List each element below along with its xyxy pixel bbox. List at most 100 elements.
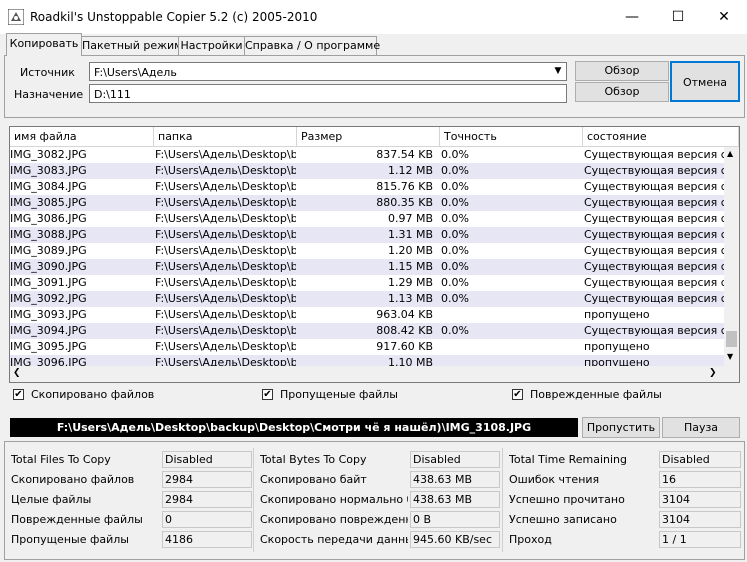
tab-copy[interactable]: Копировать xyxy=(6,33,82,56)
skip-button[interactable]: Пропустить xyxy=(582,417,660,438)
accuracy-cell: 0.0% xyxy=(441,148,469,161)
maximize-icon[interactable]: ☐ xyxy=(655,0,701,34)
folder-cell: F:\Users\Адель\Desktop\ba xyxy=(155,228,296,241)
accuracy-cell: 0.0% xyxy=(441,260,469,273)
folder-cell: F:\Users\Адель\Desktop\ba xyxy=(155,292,296,305)
status-cell: Существующая версия са xyxy=(584,228,724,241)
file-name-cell: IMG_3089.JPG xyxy=(10,244,87,257)
stat-value: 3104 xyxy=(659,491,741,508)
table-row[interactable]: IMG_3095.JPG F:\Users\Адель\Desktop\ba 917… xyxy=(10,339,724,355)
column-header-status[interactable]: состояние xyxy=(583,127,739,147)
file-name-cell: IMG_3082.JPG xyxy=(10,148,87,161)
stat-value: Disabled xyxy=(659,451,741,468)
table-row[interactable]: IMG_3085.JPG F:\Users\Адель\Desktop\ba 880… xyxy=(10,195,724,211)
stat-label: Скопировано байт xyxy=(260,473,367,486)
column-header-folder[interactable]: папка xyxy=(154,127,297,147)
scroll-thumb[interactable] xyxy=(726,331,737,347)
accuracy-cell: 0.0% xyxy=(441,196,469,209)
column-header-filename[interactable]: имя файла xyxy=(10,127,154,147)
status-cell: пропущено xyxy=(584,308,650,321)
status-cell: пропущено xyxy=(584,356,650,366)
status-cell: Существующая версия са xyxy=(584,212,724,225)
stat-value: 4186 xyxy=(162,531,252,548)
browse-destination-button[interactable]: Обзор xyxy=(575,82,669,102)
size-cell: 1.10 MB xyxy=(387,356,433,366)
vertical-scrollbar[interactable]: ▲ ▼ xyxy=(724,147,739,366)
stat-value: 438.63 MB xyxy=(410,471,500,488)
chevron-down-icon[interactable]: ▼ xyxy=(550,63,566,80)
status-cell: Существующая версия са xyxy=(584,148,724,161)
status-cell: Существующая версия са xyxy=(584,260,724,273)
source-combobox[interactable]: F:\Users\Адель ▼ xyxy=(89,62,567,81)
stat-label: Скопировано файлов xyxy=(11,473,135,486)
pause-button[interactable]: Пауза xyxy=(662,417,740,438)
damaged-files-label: Поврежденные файлы xyxy=(530,388,662,401)
table-row[interactable]: IMG_3096.JPG F:\Users\Адель\Desktop\ba 1.1… xyxy=(10,355,724,366)
stat-label: Total Files To Copy xyxy=(11,453,111,466)
skipped-files-checkbox[interactable]: ✔ xyxy=(262,389,273,400)
file-name-cell: IMG_3091.JPG xyxy=(10,276,87,289)
stat-label: Total Bytes To Copy xyxy=(260,453,367,466)
tab-batch[interactable]: Пакетный режим xyxy=(81,36,182,55)
source-label: Источник xyxy=(20,66,75,79)
damaged-files-checkbox[interactable]: ✔ xyxy=(512,389,523,400)
table-row[interactable]: IMG_3086.JPG F:\Users\Адель\Desktop\ba 0.9… xyxy=(10,211,724,227)
table-row[interactable]: IMG_3088.JPG F:\Users\Адель\Desktop\ba 1.3… xyxy=(10,227,724,243)
scroll-down-icon[interactable]: ▼ xyxy=(727,352,733,361)
table-row[interactable]: IMG_3090.JPG F:\Users\Адель\Desktop\ba 1.1… xyxy=(10,259,724,275)
table-row[interactable]: IMG_3084.JPG F:\Users\Адель\Desktop\ba 815… xyxy=(10,179,724,195)
file-table[interactable]: имя файла папка Размер Точность состояни… xyxy=(9,126,740,383)
folder-cell: F:\Users\Адель\Desktop\ba xyxy=(155,340,296,353)
title-bar: Roadkil's Unstoppable Copier 5.2 (c) 200… xyxy=(0,0,747,34)
table-row[interactable]: IMG_3082.JPG F:\Users\Адель\Desktop\ba 837… xyxy=(10,147,724,163)
stat-label: Скорость передачи данных xyxy=(260,533,408,546)
scroll-left-icon[interactable]: ❮ xyxy=(13,368,21,378)
file-name-cell: IMG_3092.JPG xyxy=(10,292,87,305)
destination-field[interactable]: D:\111 xyxy=(89,84,567,103)
accuracy-cell: 0.0% xyxy=(441,164,469,177)
copied-files-checkbox[interactable]: ✔ xyxy=(13,389,24,400)
folder-cell: F:\Users\Адель\Desktop\ba xyxy=(155,180,296,193)
copied-files-label: Скопировано файлов xyxy=(31,388,155,401)
size-cell: 837.54 KB xyxy=(376,148,433,161)
status-cell: Существующая версия са xyxy=(584,164,724,177)
tab-settings[interactable]: Настройки xyxy=(178,36,245,55)
table-row[interactable]: IMG_3093.JPG F:\Users\Адель\Desktop\ba 963… xyxy=(10,307,724,323)
stat-value: 438.63 MB xyxy=(410,491,500,508)
file-name-cell: IMG_3090.JPG xyxy=(10,260,87,273)
tab-help[interactable]: Справка / О программе xyxy=(244,36,380,55)
scroll-right-icon[interactable]: ❯ xyxy=(709,368,717,378)
size-cell: 1.31 MB xyxy=(387,228,433,241)
folder-cell: F:\Users\Адель\Desktop\ba xyxy=(155,196,296,209)
folder-cell: F:\Users\Адель\Desktop\ba xyxy=(155,148,296,161)
scroll-up-icon[interactable]: ▲ xyxy=(727,149,733,158)
table-row[interactable]: IMG_3092.JPG F:\Users\Адель\Desktop\ba 1.1… xyxy=(10,291,724,307)
close-icon[interactable]: ✕ xyxy=(701,0,747,34)
accuracy-cell: 0.0% xyxy=(441,244,469,257)
size-cell: 963.04 KB xyxy=(376,308,433,321)
folder-cell: F:\Users\Адель\Desktop\ba xyxy=(155,324,296,337)
stat-value: 945.60 KB/sec xyxy=(410,531,500,548)
accuracy-cell: 0.0% xyxy=(441,276,469,289)
size-cell: 1.29 MB xyxy=(387,276,433,289)
file-name-cell: IMG_3088.JPG xyxy=(10,228,87,241)
cancel-button[interactable]: Отмена xyxy=(670,61,740,102)
table-row[interactable]: IMG_3094.JPG F:\Users\Адель\Desktop\ba 808… xyxy=(10,323,724,339)
size-cell: 808.42 KB xyxy=(376,324,433,337)
current-file-display: F:\Users\Адель\Desktop\backup\Desktop\См… xyxy=(10,418,578,437)
table-row[interactable]: IMG_3089.JPG F:\Users\Адель\Desktop\ba 1.2… xyxy=(10,243,724,259)
stat-label: Успешно прочитано xyxy=(509,493,625,506)
file-name-cell: IMG_3094.JPG xyxy=(10,324,87,337)
column-header-size[interactable]: Размер xyxy=(297,127,440,147)
stat-label: Поврежденные файлы xyxy=(11,513,143,526)
minimize-icon[interactable]: — xyxy=(609,0,655,34)
folder-cell: F:\Users\Адель\Desktop\ba xyxy=(155,260,296,273)
column-header-accuracy[interactable]: Точность xyxy=(440,127,583,147)
table-row[interactable]: IMG_3083.JPG F:\Users\Адель\Desktop\ba 1.1… xyxy=(10,163,724,179)
file-name-cell: IMG_3096.JPG xyxy=(10,356,87,366)
file-name-cell: IMG_3084.JPG xyxy=(10,180,87,193)
horizontal-scrollbar[interactable]: ❮ ❯ xyxy=(10,366,739,382)
size-cell: 0.97 MB xyxy=(387,212,433,225)
table-row[interactable]: IMG_3091.JPG F:\Users\Адель\Desktop\ba 1.2… xyxy=(10,275,724,291)
browse-source-button[interactable]: Обзор xyxy=(575,61,669,81)
